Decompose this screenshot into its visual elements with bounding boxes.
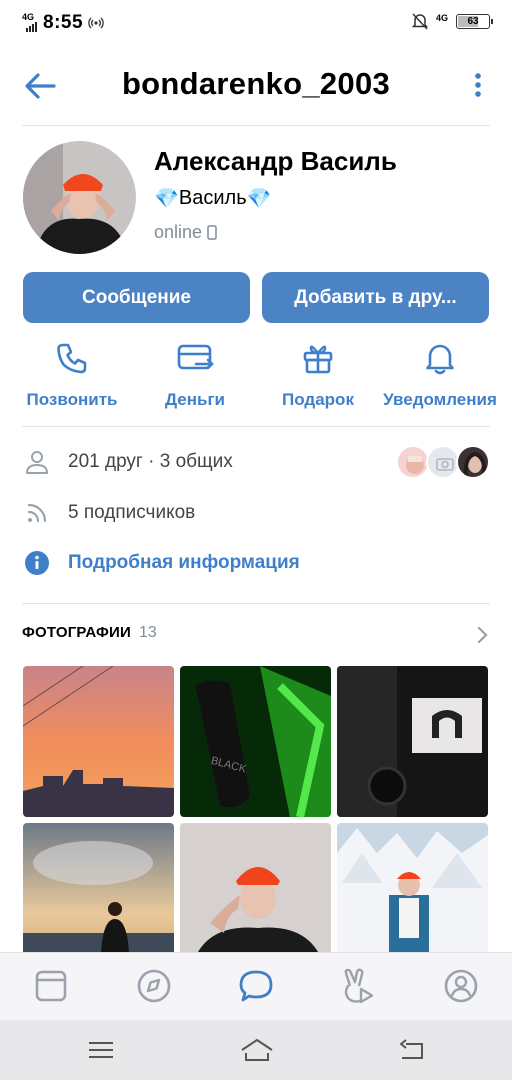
clips-icon[interactable] [340, 968, 376, 1004]
home-icon[interactable] [240, 1036, 274, 1064]
chevron-right-icon[interactable] [476, 626, 488, 644]
photo-thumbnail[interactable] [23, 666, 174, 817]
avatar [426, 445, 460, 479]
photo-thumbnail[interactable] [337, 823, 488, 956]
nickname-text: Василь [178, 187, 247, 209]
call-action[interactable]: Позвонить [7, 340, 137, 420]
divider [22, 603, 490, 604]
money-action[interactable]: Деньги [130, 340, 260, 420]
page-title: bondarenko_2003 [121, 66, 391, 101]
phone-icon [57, 343, 87, 374]
system-navigation-bar [0, 1020, 512, 1080]
mobile-icon [207, 225, 217, 240]
photo-thumbnail[interactable]: BLACK [180, 666, 331, 817]
photos-count: 13 [138, 624, 157, 641]
followers-row[interactable]: 5 подписчиков [22, 493, 490, 533]
photo-thumbnail[interactable] [337, 666, 488, 817]
money-transfer-icon [177, 344, 214, 370]
mutual-friends-avatars[interactable] [396, 445, 490, 479]
signal-icon: 4G [22, 12, 38, 32]
online-status: online [154, 222, 217, 243]
avatar[interactable] [23, 141, 136, 254]
avatar [396, 445, 430, 479]
add-friend-button[interactable]: Добавить в дру... [262, 272, 489, 323]
divider [22, 426, 490, 427]
action-label: Позвонить [26, 390, 118, 409]
details-link[interactable]: Подробная информация [68, 552, 300, 574]
status-bar: 4G 8:55 4G 63 [0, 0, 512, 44]
avatar [456, 445, 490, 479]
more-vertical-icon[interactable] [472, 70, 484, 100]
bottom-tab-bar [0, 952, 512, 1020]
photo-thumbnail[interactable] [180, 823, 331, 956]
action-label: Подарок [282, 390, 354, 409]
clock: 8:55 [43, 12, 84, 33]
back-icon[interactable] [398, 1036, 428, 1064]
notifications-action[interactable]: Уведомления [375, 340, 505, 420]
bell-icon [426, 344, 454, 375]
diamond-emoji: 💎 [154, 188, 179, 210]
chat-bubble-icon[interactable] [238, 968, 274, 1004]
diamond-emoji: 💎 [246, 188, 272, 210]
battery-icon: 63 [456, 14, 493, 29]
section-title: ФОТОГРАФИИ [22, 624, 131, 641]
action-label: Уведомления [383, 390, 497, 409]
photo-thumbnail[interactable] [23, 823, 174, 956]
rss-icon [27, 503, 47, 523]
compass-icon[interactable] [136, 968, 172, 1004]
info-icon [25, 551, 49, 575]
user-icon [26, 451, 48, 474]
user-circle-icon[interactable] [443, 968, 479, 1004]
gift-action[interactable]: Подарок [253, 340, 383, 420]
friends-count: 201 друг · 3 общих [68, 451, 233, 472]
gift-icon [303, 345, 333, 374]
profile-nickname: 💎 Василь 💎 [154, 186, 272, 211]
action-label: Деньги [164, 390, 226, 409]
top-bar: bondarenko_2003 [0, 56, 512, 116]
profile-name: Александр Василь [154, 146, 397, 176]
mute-bell-icon [411, 13, 428, 30]
menu-icon[interactable] [86, 1036, 116, 1064]
message-button[interactable]: Сообщение [23, 272, 250, 323]
photos-header[interactable]: ФОТОГРАФИИ 13 [22, 624, 157, 642]
followers-count: 5 подписчиков [68, 502, 196, 523]
details-row[interactable]: Подробная информация [22, 543, 490, 583]
hotspot-icon [88, 17, 104, 29]
photo-grid: BLACK [23, 666, 489, 956]
feed-icon[interactable] [33, 968, 69, 1004]
network-type: 4G [435, 12, 448, 23]
divider [22, 125, 490, 126]
